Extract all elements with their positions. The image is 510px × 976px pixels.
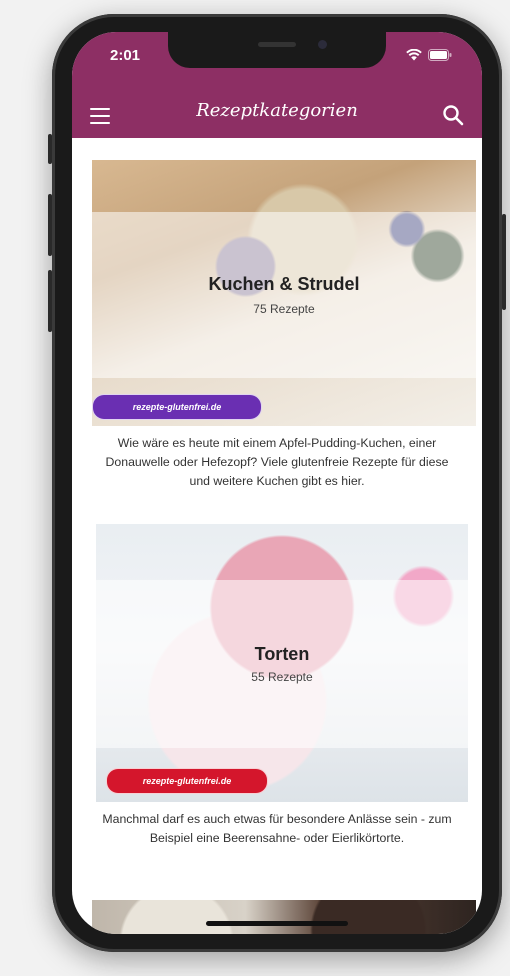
status-time: 2:01 [110,47,141,64]
search-icon[interactable] [442,104,464,126]
page-title: Rezeptkategorien [196,100,358,121]
front-camera [318,40,327,49]
category-description: Wie wäre es heute mit einem Apfel-Puddin… [105,436,449,488]
category-count: 55 Rezepte [251,670,313,684]
volume-down-button [48,270,52,332]
phone-screen: 2:01 Rezeptkategorien Kuchen & Strudel 7… [72,32,482,934]
mute-switch [48,134,52,164]
power-button [502,214,506,310]
category-overlay [92,212,476,378]
category-image-kuchen[interactable]: Kuchen & Strudel 75 Rezepte rezepte-glut… [92,160,476,426]
category-title: Kuchen & Strudel [208,274,360,294]
phone-frame: 2:01 Rezeptkategorien Kuchen & Strudel 7… [48,14,506,952]
category-image-torten[interactable]: Torten 55 Rezepte rezepte-glutenfrei.de [96,524,468,802]
watermark-badge: rezepte-glutenfrei.de [106,768,268,794]
speaker-grille [258,42,296,47]
battery-icon [428,49,452,61]
category-description: Manchmal darf es auch etwas für besonder… [102,812,452,845]
app-header: 2:01 Rezeptkategorien [72,32,482,138]
category-title: Torten [254,644,310,664]
volume-up-button [48,194,52,256]
notch [168,32,386,68]
wifi-icon [406,49,422,61]
category-count: 75 Rezepte [253,302,315,316]
home-indicator[interactable] [206,921,348,926]
category-list: Kuchen & Strudel 75 Rezepte rezepte-glut… [72,138,482,934]
status-icons [406,49,452,61]
category-image-partial[interactable] [92,900,476,934]
watermark-badge: rezepte-glutenfrei.de [92,394,262,420]
